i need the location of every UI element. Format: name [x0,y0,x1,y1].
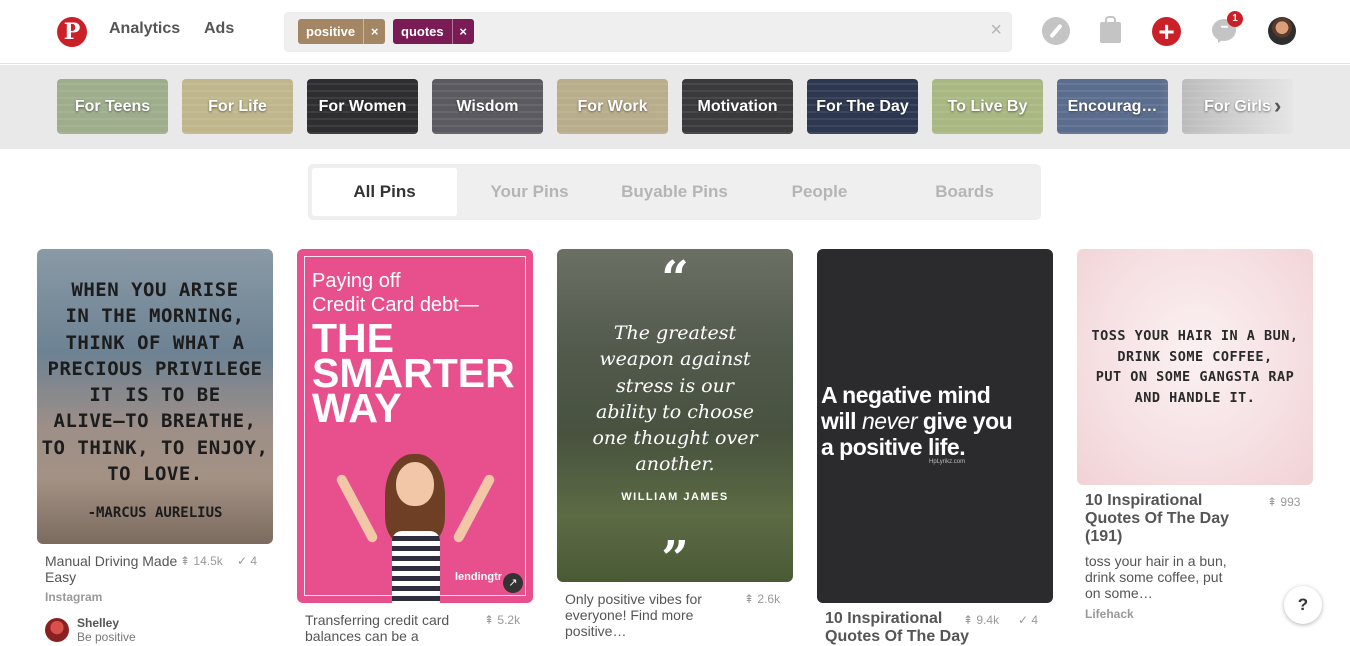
pin-image-heading: Paying off Credit Card debt— [312,270,479,316]
search-token-quotes: quotes × [393,19,474,44]
nav-ads[interactable]: Ads [204,20,234,38]
woman-striped-shirt [392,531,440,603]
tab-all-pins[interactable]: All Pins [312,168,457,216]
add-pin-plus-icon[interactable]: + [1152,17,1181,46]
pinner-name[interactable]: Shelley [77,616,119,630]
pin-image[interactable]: WHEN YOU ARISE IN THE MORNING, THINK OF WH… [37,249,273,544]
pin-source[interactable]: Instagram [45,590,102,604]
repin-count: ⇞ 9.4k [963,613,1000,627]
pinner-board[interactable]: Be positive [77,630,136,644]
woman-face [396,462,434,506]
tab-buyable-pins[interactable]: Buyable Pins [602,168,747,216]
pin-description: Transferring credit card balances can be … [305,612,450,644]
notification-badge: 1 [1227,11,1243,27]
pin-card[interactable]: WHEN YOU ARISE IN THE MORNING, THINK OF WH… [37,249,273,644]
search-bar[interactable]: positive × quotes × × [284,12,1012,52]
tab-boards[interactable]: Boards [892,168,1037,216]
guided-search-bar: For Teens For Life For Women Wisdom For … [0,65,1350,149]
repin-count: ⇞ 993 [1267,495,1301,509]
pin-card[interactable]: TOSS YOUR HAIR IN A BUN, DRINK SOME COFFE… [1077,249,1313,638]
top-bar: Analytics Ads positive × quotes × × + 1 [0,0,1350,64]
repin-count: ⇞ 5.2k [484,613,521,627]
pin-description: toss your hair in a bun, drink some coffe… [1085,553,1227,601]
token-label: positive [306,24,356,39]
repin-count: ⇞ 2.6k [744,592,781,606]
like-count: ✓ 4 [1018,613,1039,627]
pin-image-quote: The greatest weapon against stress is our a… [592,322,758,476]
pin-source[interactable]: Lifehack [1085,607,1134,621]
external-link-icon[interactable]: ↗ [503,573,523,593]
tab-your-pins[interactable]: Your Pins [457,168,602,216]
like-count: ✓ 4 [237,554,258,568]
pinner-avatar[interactable] [45,618,69,642]
search-token-positive: positive × [298,19,386,44]
lending-tree-logo: lendingtr [455,571,503,583]
pinterest-logo-icon[interactable] [57,17,87,47]
shopping-bag-icon[interactable] [1100,16,1121,43]
pin-card[interactable]: A negative mind will never give you a po… [817,249,1053,645]
remove-token-icon[interactable]: × [363,19,385,44]
close-quote-icon: ” [661,531,689,582]
pin-image-author: WILLIAM JAMES [621,491,729,503]
pin-image[interactable]: TOSS YOUR HAIR IN A BUN, DRINK SOME COFFE… [1077,249,1313,485]
pin-image-headline: THE SMARTER WAY [312,315,515,431]
guide-for-life[interactable]: For Life [182,79,293,134]
repin-count: ⇞ 14.5k [180,554,223,568]
pin-card[interactable]: “ The greatest weapon against stress is ou… [557,249,793,639]
clear-search-icon[interactable]: × [990,19,1002,42]
pin-title[interactable]: 10 Inspirational Quotes Of The Day (191) [1085,492,1229,546]
pin-image-quote: TOSS YOUR HAIR IN A BUN, DRINK SOME COFFE… [1091,328,1299,406]
pin-filter-tabs: All Pins Your Pins Buyable Pins People B… [308,164,1041,220]
pin-description: Only positive vibes for everyone! Find mo… [565,591,702,639]
guide-to-live-by[interactable]: To Live By [932,79,1043,134]
pin-image-quote: A negative mind will never give you a po… [821,382,1013,460]
pin-title[interactable]: 10 Inspirational Quotes Of The Day [825,610,969,646]
pin-image-quote: WHEN YOU ARISE IN THE MORNING, THINK OF WH… [41,279,269,486]
pin-description: Manual Driving Made Easy [45,553,178,585]
explore-compass-icon[interactable] [1042,17,1070,45]
guide-for-the-day[interactable]: For The Day [807,79,918,134]
pin-image[interactable]: “ The greatest weapon against stress is ou… [557,249,793,582]
chevron-right-icon[interactable]: › [1274,93,1281,119]
guide-wisdom[interactable]: Wisdom [432,79,543,134]
pin-card[interactable]: Paying off Credit Card debt— THE SMARTER WA… [297,249,533,644]
remove-token-icon[interactable]: × [451,19,474,44]
open-quote-icon: “ [661,251,689,307]
pin-image[interactable]: A negative mind will never give you a po… [817,249,1053,603]
guide-for-work[interactable]: For Work [557,79,668,134]
help-button[interactable]: ? [1284,586,1322,624]
tab-people[interactable]: People [747,168,892,216]
pin-image[interactable]: Paying off Credit Card debt— THE SMARTER WA… [297,249,533,603]
guide-motivation[interactable]: Motivation [682,79,793,134]
nav-analytics[interactable]: Analytics [109,20,180,38]
pin-image-attribution: -MARCUS AURELIUS [87,505,223,521]
pin-image-watermark: HpLyrikz.com [929,459,966,465]
guide-for-teens[interactable]: For Teens [57,79,168,134]
token-label: quotes [401,24,444,39]
guide-for-women[interactable]: For Women [307,79,418,134]
profile-avatar[interactable] [1268,17,1296,45]
guide-encouragement[interactable]: Encourag… [1057,79,1168,134]
